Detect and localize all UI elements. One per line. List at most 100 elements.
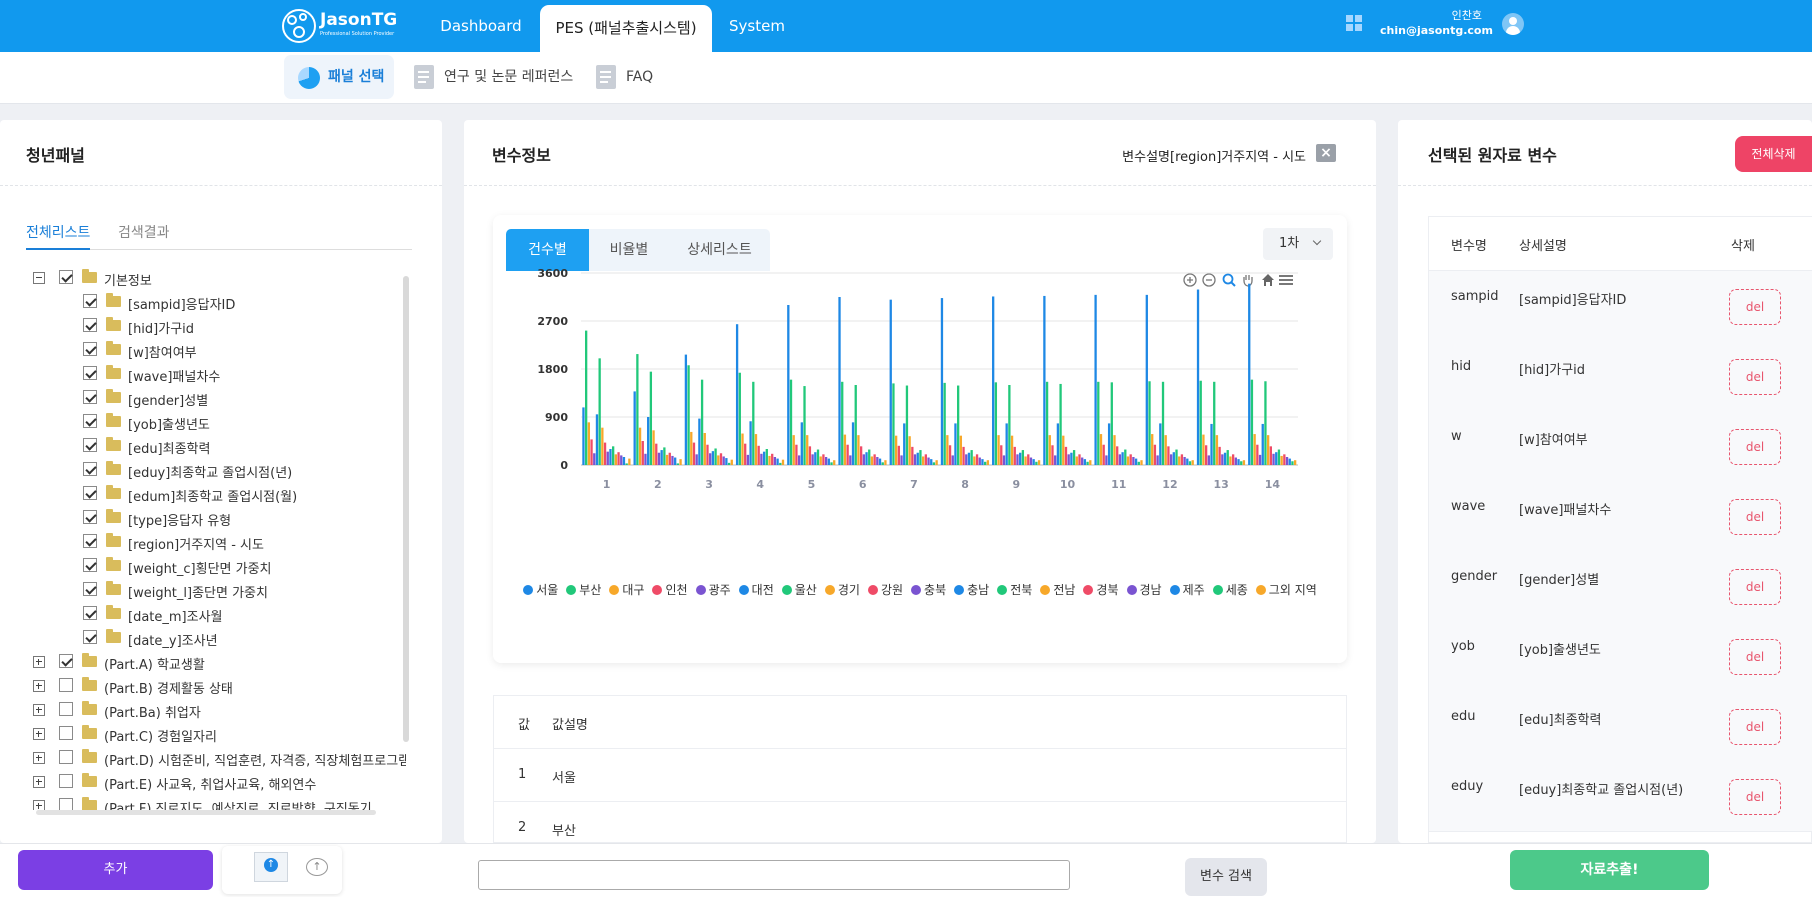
bar-광주-12[interactable]: [1156, 455, 1159, 465]
bar-경북-11[interactable]: [1129, 454, 1132, 465]
bar-인천-3[interactable]: [692, 442, 696, 465]
bar-광주-5[interactable]: [797, 455, 801, 465]
bar-서울-6[interactable]: [838, 297, 841, 465]
bar-인천-2[interactable]: [641, 441, 644, 465]
bar-전남-5[interactable]: [819, 456, 822, 465]
bar-경북-9[interactable]: [1027, 454, 1030, 465]
bar-대구-1[interactable]: [587, 422, 591, 465]
delete-row-button[interactable]: del: [1729, 639, 1781, 675]
tree-node[interactable]: (Part.F) 진로지도, 예상진로, 진로방향, 구직동기: [26, 796, 406, 810]
bar-강원-6[interactable]: [859, 446, 863, 465]
bar-그외 지역-10[interactable]: [1089, 460, 1092, 465]
expand-icon[interactable]: [33, 728, 45, 740]
bar-경기-6[interactable]: [857, 435, 860, 465]
legend-item[interactable]: 광주: [695, 580, 731, 601]
bar-경기-13[interactable]: [1215, 435, 1219, 465]
legend-item[interactable]: 대전: [738, 580, 774, 601]
legend-item[interactable]: 강원: [867, 580, 903, 601]
bar-부산-2[interactable]: [636, 354, 639, 465]
delete-row-button[interactable]: del: [1729, 429, 1781, 465]
bar-대구-6[interactable]: [843, 434, 847, 465]
bar-대구-7[interactable]: [894, 435, 898, 465]
bar-충북-8[interactable]: [965, 454, 968, 465]
bar-인천-13[interactable]: [1204, 445, 1208, 465]
expand-icon[interactable]: [33, 656, 45, 668]
delete-row-button[interactable]: del: [1729, 359, 1781, 395]
bar-충북-10[interactable]: [1067, 454, 1070, 465]
bar-경북-2[interactable]: [668, 452, 671, 465]
bar-강원-4[interactable]: [757, 445, 760, 465]
bar-충북-3[interactable]: [709, 453, 712, 465]
bar-서울-4[interactable]: [735, 324, 739, 465]
bar-부산-1[interactable]: [585, 330, 588, 465]
bar-대전-4[interactable]: [749, 421, 752, 465]
bar-세종-11[interactable]: [1137, 461, 1140, 465]
tree-checkbox[interactable]: [83, 558, 97, 572]
bar-충남-4[interactable]: [762, 451, 766, 465]
bar-경남-3[interactable]: [722, 456, 725, 465]
bar-광주-9[interactable]: [1002, 455, 1006, 465]
bar-광주-6[interactable]: [849, 455, 852, 465]
bar-제주-11[interactable]: [1134, 458, 1138, 465]
bar-전북-3[interactable]: [714, 448, 717, 465]
bar-대구-14[interactable]: [1253, 434, 1256, 465]
add-button[interactable]: 추가: [18, 850, 213, 890]
bar-강원-13[interactable]: [1218, 446, 1221, 465]
bar-전북-6[interactable]: [868, 449, 871, 465]
bar-전남-8[interactable]: [973, 456, 976, 465]
tree-checkbox[interactable]: [59, 678, 73, 692]
tree-checkbox[interactable]: [83, 414, 97, 428]
bar-전남-4[interactable]: [768, 455, 771, 465]
bar-울산-11[interactable]: [1110, 382, 1113, 465]
delete-row-button[interactable]: del: [1729, 499, 1781, 535]
bar-경남-8[interactable]: [978, 457, 981, 465]
bar-경기-7[interactable]: [908, 436, 911, 465]
bar-경남-10[interactable]: [1081, 457, 1084, 465]
bar-부산-10[interactable]: [1045, 381, 1049, 465]
bar-그외 지역-4[interactable]: [781, 459, 785, 465]
tree-checkbox[interactable]: [83, 438, 97, 452]
bar-경북-4[interactable]: [771, 453, 774, 465]
bar-경북-12[interactable]: [1180, 454, 1184, 465]
bar-전북-12[interactable]: [1175, 449, 1178, 465]
bar-세종-14[interactable]: [1291, 461, 1294, 465]
bar-대전-9[interactable]: [1005, 423, 1008, 465]
bar-인천-10[interactable]: [1051, 445, 1054, 465]
bar-충남-8[interactable]: [967, 452, 971, 465]
delete-row-button[interactable]: del: [1729, 569, 1781, 605]
bar-그외 지역-2[interactable]: [679, 459, 682, 465]
legend-item[interactable]: 전남: [1040, 580, 1075, 601]
bar-경기-2[interactable]: [652, 430, 655, 465]
bar-충북-11[interactable]: [1118, 454, 1122, 465]
bar-전북-5[interactable]: [816, 449, 820, 465]
tree-node[interactable]: [weight_l]종단면 가중치: [26, 580, 406, 601]
expand-icon[interactable]: [33, 800, 45, 810]
tree-node[interactable]: [edum]최종학교 졸업시점(월): [26, 484, 406, 505]
tree-checkbox[interactable]: [83, 630, 97, 644]
bar-인천-4[interactable]: [744, 443, 747, 465]
bar-부산-9[interactable]: [994, 382, 998, 465]
bar-세종-9[interactable]: [1035, 461, 1038, 465]
bar-세종-10[interactable]: [1086, 461, 1089, 465]
legend-item[interactable]: 인천: [652, 580, 688, 601]
bar-광주-8[interactable]: [951, 455, 954, 465]
bar-대전-13[interactable]: [1210, 423, 1213, 465]
bar-제주-13[interactable]: [1237, 459, 1240, 465]
legend-item[interactable]: 경북: [1083, 580, 1119, 601]
bar-인천-9[interactable]: [1000, 445, 1003, 465]
bar-부산-6[interactable]: [841, 381, 844, 465]
delete-row-button[interactable]: del: [1729, 289, 1781, 325]
bar-부산-5[interactable]: [789, 379, 793, 465]
bar-울산-6[interactable]: [854, 385, 857, 465]
bar-전남-12[interactable]: [1178, 456, 1181, 465]
bar-전북-2[interactable]: [663, 447, 666, 465]
expand-icon[interactable]: [33, 704, 45, 716]
bar-세종-12[interactable]: [1188, 461, 1192, 465]
tree-checkbox[interactable]: [59, 774, 73, 788]
bar-울산-5[interactable]: [803, 386, 806, 465]
bar-경북-8[interactable]: [975, 454, 979, 465]
legend-item[interactable]: 부산: [566, 580, 601, 601]
bar-제주-5[interactable]: [827, 458, 830, 465]
bar-대전-2[interactable]: [647, 417, 650, 465]
bar-강원-2[interactable]: [655, 443, 658, 465]
